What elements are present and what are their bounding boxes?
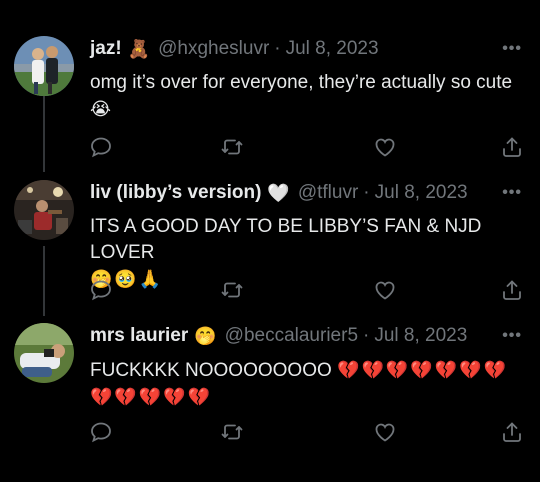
tweet-header: mrs laurier 🤭 @beccalaurier5 · Jul 8, 20… [90,323,467,349]
retweet-icon[interactable] [220,135,244,159]
separator: · [363,325,370,346]
person-lying-photo-icon [14,323,74,383]
share-icon[interactable] [500,420,524,444]
display-name[interactable]: jaz! [90,38,122,60]
retweet-icon[interactable] [220,278,244,302]
hand-over-mouth-emoji-icon: 🤭 [194,325,217,346]
reply-icon[interactable] [89,135,113,159]
more-options-icon[interactable]: ••• [502,184,522,202]
separator: · [274,38,281,59]
retweet-icon[interactable] [220,420,244,444]
tweet-text-content: ITS A GOOD DAY TO BE LIBBY’S FAN & NJD L… [90,216,482,263]
stage-photo-icon [14,180,74,240]
reply-icon[interactable] [89,420,113,444]
tweet-date[interactable]: Jul 8, 2023 [375,182,468,204]
two-people-photo-icon [14,36,74,96]
white-heart-emoji-icon: 🤍 [267,182,290,203]
tweet-actions [0,278,540,302]
user-handle[interactable]: @tfluvr [298,182,358,204]
tweet-actions [0,420,540,444]
tweet-text-content: FUCKKKK NOOOOOOOOO [90,360,332,381]
more-options-icon[interactable]: ••• [502,327,522,345]
tweet-text-content: omg it’s over for everyone, they’re actu… [90,72,513,93]
tweet-header: jaz! 🧸 @hxghesluvr · Jul 8, 2023 [90,36,379,62]
user-handle[interactable]: @hxghesluvr [158,38,269,60]
tweet-date[interactable]: Jul 8, 2023 [374,325,467,347]
tweet-3[interactable]: mrs laurier 🤭 @beccalaurier5 · Jul 8, 20… [0,323,540,473]
avatar[interactable] [14,180,74,240]
share-icon[interactable] [500,135,524,159]
tweet-text: FUCKKKK NOOOOOOOOO 💔💔💔💔💔💔💔💔💔💔💔💔 [90,357,530,411]
heart-icon[interactable] [373,135,397,159]
tweet-1[interactable]: jaz! 🧸 @hxghesluvr · Jul 8, 2023 ••• omg… [0,36,540,166]
share-icon[interactable] [500,278,524,302]
reply-icon[interactable] [89,278,113,302]
avatar[interactable] [14,323,74,383]
separator: · [363,182,370,203]
teddy-bear-emoji-icon: 🧸 [127,38,151,59]
tweet-date[interactable]: Jul 8, 2023 [286,38,379,60]
tweet-actions [0,135,540,159]
tweet-emojis: 😭 [90,99,114,119]
heart-icon[interactable] [373,420,397,444]
tweet-header: liv (libby’s version) 🤍 @tfluvr · Jul 8,… [90,180,468,206]
user-handle[interactable]: @beccalaurier5 [225,325,358,347]
display-name[interactable]: mrs laurier [90,325,188,347]
display-name[interactable]: liv (libby’s version) [90,182,261,204]
tweet-2[interactable]: liv (libby’s version) 🤍 @tfluvr · Jul 8,… [0,180,540,310]
more-options-icon[interactable]: ••• [502,40,522,58]
tweet-text: omg it’s over for everyone, they’re actu… [90,70,530,123]
avatar[interactable] [14,36,74,96]
heart-icon[interactable] [373,278,397,302]
